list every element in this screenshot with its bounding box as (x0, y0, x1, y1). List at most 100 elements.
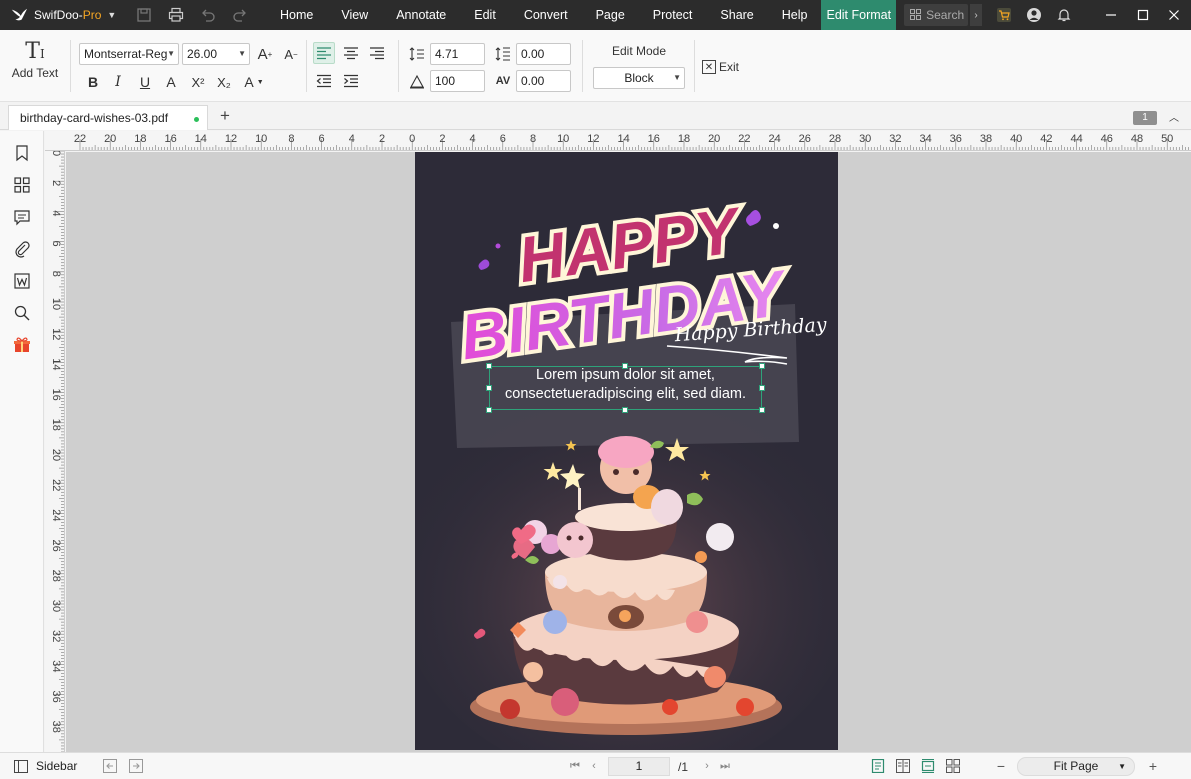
zoom-out-button[interactable]: − (993, 758, 1009, 774)
grid-view-icon (946, 759, 960, 773)
ruler-label: 18 (678, 133, 690, 145)
font-color-label: A (244, 74, 254, 90)
align-center-button[interactable] (340, 42, 362, 64)
zoom-select[interactable]: Fit Page ▼ (1017, 757, 1135, 776)
ruler-label: 34 (919, 133, 931, 145)
sidebar-toggle[interactable]: Sidebar (14, 759, 77, 773)
new-tab-button[interactable]: + (216, 106, 234, 126)
thumbnails-icon[interactable] (11, 174, 33, 196)
two-page-continuous-button[interactable] (945, 758, 961, 774)
italic-button[interactable]: I (107, 71, 129, 93)
resize-handle-bottom-left[interactable] (486, 407, 492, 413)
character-spacing-input[interactable]: 0.00 (516, 70, 571, 92)
menu-page[interactable]: Page (582, 0, 639, 30)
menu-home[interactable]: Home (266, 0, 327, 30)
font-color-button[interactable]: A ▼ (240, 71, 268, 93)
attachment-icon[interactable] (11, 238, 33, 260)
cart-icon[interactable] (988, 0, 1020, 30)
continuous-scroll-icon (921, 759, 935, 773)
ruler-label: 16 (164, 133, 176, 145)
chevron-right-icon[interactable]: › (970, 4, 983, 26)
close-button[interactable] (1157, 0, 1191, 30)
menu-share[interactable]: Share (706, 0, 767, 30)
document-canvas[interactable]: HAPPY HAPPY BIRTHDAY BIRTHDAY Happy Birt… (66, 152, 1191, 752)
resize-handle-bottom[interactable] (622, 407, 628, 413)
menu-edit-format[interactable]: Edit Format (821, 0, 897, 30)
search-icon[interactable] (11, 302, 33, 324)
gift-icon[interactable] (11, 334, 33, 356)
align-left-button[interactable] (313, 42, 335, 64)
selection-frame[interactable] (489, 366, 762, 410)
next-view-button[interactable] (128, 758, 144, 774)
menu-annotate[interactable]: Annotate (382, 0, 460, 30)
single-page-icon (871, 759, 885, 773)
continuous-view-button[interactable] (920, 758, 936, 774)
word-count-icon[interactable] (11, 270, 33, 292)
document-tab[interactable]: birthday-card-wishes-03.pdf (8, 105, 208, 130)
single-page-view-button[interactable] (870, 758, 886, 774)
ruler-label: 6 (319, 133, 325, 145)
resize-handle-bottom-right[interactable] (759, 407, 765, 413)
increase-font-size-button[interactable]: A + (254, 43, 276, 65)
last-page-button[interactable]: ⏭ (717, 758, 733, 774)
pdf-page[interactable]: HAPPY HAPPY BIRTHDAY BIRTHDAY Happy Birt… (415, 152, 838, 750)
ruler-label: 6 (50, 241, 62, 247)
redo-icon[interactable] (224, 0, 256, 30)
menu-help[interactable]: Help (768, 0, 822, 30)
resize-handle-top[interactable] (622, 363, 628, 369)
bold-button[interactable]: B (82, 71, 104, 93)
two-page-view-button[interactable] (895, 758, 911, 774)
next-page-button[interactable]: › (699, 758, 715, 774)
exit-edit-button[interactable]: ✕ Exit (702, 60, 739, 74)
superscript-button[interactable]: X² (187, 71, 209, 93)
first-page-button[interactable]: ⏮ (567, 758, 583, 774)
bookmark-icon[interactable] (11, 142, 33, 164)
line-spacing-input[interactable]: 4.71 (430, 43, 485, 65)
font-size-select[interactable]: 26.00 ▼ (182, 43, 250, 65)
paragraph-spacing-input[interactable]: 0.00 (516, 43, 571, 65)
scale-input[interactable]: 100 (430, 70, 485, 92)
previous-view-button[interactable] (102, 758, 118, 774)
line-spacing-icon (406, 43, 428, 65)
indent-increase-button[interactable] (340, 70, 362, 92)
save-icon[interactable] (128, 0, 160, 30)
menu-view[interactable]: View (327, 0, 382, 30)
user-avatar-icon[interactable] (1020, 0, 1048, 30)
edit-mode-select[interactable]: Block ▼ (593, 67, 685, 89)
font-family-select[interactable]: Montserrat-Reg ▼ (79, 43, 179, 65)
undo-icon[interactable] (192, 0, 224, 30)
strikethrough-button[interactable]: A (160, 71, 182, 93)
menu-edit[interactable]: Edit (460, 0, 510, 30)
subscript-button[interactable]: X₂ (213, 71, 235, 93)
ruler-label: 0 (50, 151, 62, 156)
maximize-button[interactable] (1126, 0, 1160, 30)
notification-bell-icon[interactable] (1048, 0, 1080, 30)
divider (398, 40, 399, 92)
collapse-ribbon-icon[interactable]: ︿ (1167, 109, 1181, 125)
character-spacing-icon: AV (495, 75, 511, 87)
resize-handle-top-left[interactable] (486, 363, 492, 369)
divider (582, 40, 583, 92)
current-page-input[interactable]: 1 (608, 757, 670, 776)
indent-decrease-button[interactable] (313, 70, 335, 92)
app-menu-button[interactable]: SwifDoo-Pro ▼ (0, 0, 128, 30)
add-text-button[interactable]: TI Add Text (8, 38, 62, 80)
menu-convert[interactable]: Convert (510, 0, 582, 30)
decrease-font-size-button[interactable]: A − (280, 43, 302, 65)
close-icon (1169, 10, 1179, 20)
underline-button[interactable]: U (134, 71, 156, 93)
ruler-label: 2 (379, 133, 385, 145)
resize-handle-right[interactable] (759, 385, 765, 391)
resize-handle-left[interactable] (486, 385, 492, 391)
minimize-button[interactable] (1094, 0, 1128, 30)
previous-page-button[interactable]: ‹ (586, 758, 602, 774)
add-text-icon: TI (25, 39, 45, 64)
menu-protect[interactable]: Protect (639, 0, 707, 30)
resize-handle-top-right[interactable] (759, 363, 765, 369)
comments-icon[interactable] (11, 206, 33, 228)
zoom-in-button[interactable]: + (1145, 758, 1161, 774)
ruler-label: 12 (225, 133, 237, 145)
search-input[interactable]: Search (904, 4, 969, 26)
print-icon[interactable] (160, 0, 192, 30)
align-right-button[interactable] (366, 42, 388, 64)
